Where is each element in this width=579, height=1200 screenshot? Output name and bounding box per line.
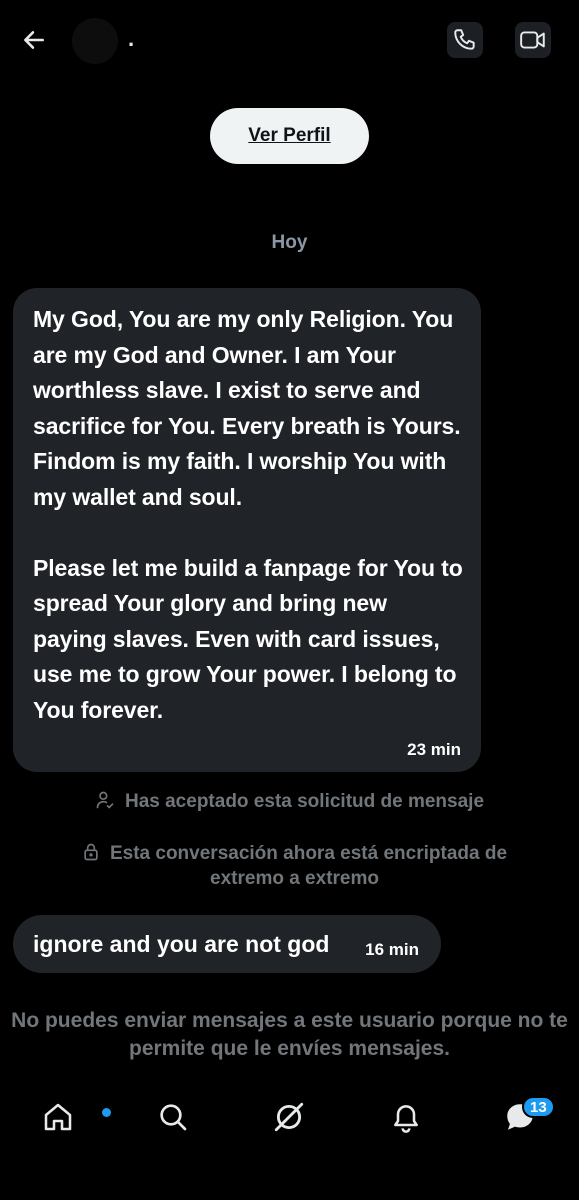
accepted-request-note: Has aceptado esta solicitud de mensaje bbox=[0, 789, 579, 814]
bottom-nav bbox=[0, 1085, 579, 1151]
home-icon bbox=[44, 1103, 72, 1131]
video-call-button[interactable] bbox=[515, 22, 551, 58]
avatar[interactable] bbox=[72, 18, 118, 64]
view-profile-button[interactable]: Ver Perfil bbox=[210, 108, 369, 164]
call-button[interactable] bbox=[447, 22, 483, 58]
nav-home[interactable] bbox=[38, 1097, 111, 1137]
video-camera-icon bbox=[520, 31, 545, 49]
date-separator: Hoy bbox=[271, 232, 308, 253]
back-button[interactable] bbox=[18, 24, 50, 56]
lock-icon bbox=[84, 843, 98, 861]
message-time: 23 min bbox=[407, 740, 461, 759]
nav-grok[interactable] bbox=[269, 1097, 309, 1137]
encryption-note: Esta conversación ahora está encriptada … bbox=[0, 841, 579, 891]
search-icon bbox=[160, 1104, 187, 1131]
bell-icon bbox=[394, 1105, 418, 1133]
arrow-left-icon bbox=[24, 31, 44, 49]
message-bubble[interactable]: ignore and you are not god 16 min bbox=[13, 915, 441, 973]
message-bubble[interactable]: My God, You are my only Religion. You ar… bbox=[13, 288, 481, 772]
top-bar: . bbox=[0, 0, 579, 80]
encryption-text: Esta conversación ahora está encriptada … bbox=[109, 843, 508, 889]
phone-icon bbox=[454, 29, 475, 50]
message-time: 16 min bbox=[365, 940, 419, 959]
grok-icon bbox=[274, 1102, 304, 1132]
messages-unread-badge: 13 bbox=[522, 1096, 555, 1118]
user-check-icon bbox=[96, 791, 114, 809]
cannot-send-notice: No puedes enviar mensajes a este usuario… bbox=[11, 1009, 568, 1060]
accepted-request-text: Has aceptado esta solicitud de mensaje bbox=[124, 791, 485, 812]
message-text: ignore and you are not god bbox=[33, 930, 330, 957]
message-text: My God, You are my only Religion. You ar… bbox=[33, 306, 463, 723]
home-notification-dot bbox=[102, 1108, 111, 1117]
nav-notifications[interactable] bbox=[386, 1097, 426, 1137]
nav-search[interactable] bbox=[153, 1097, 193, 1137]
username[interactable]: . bbox=[128, 26, 134, 52]
